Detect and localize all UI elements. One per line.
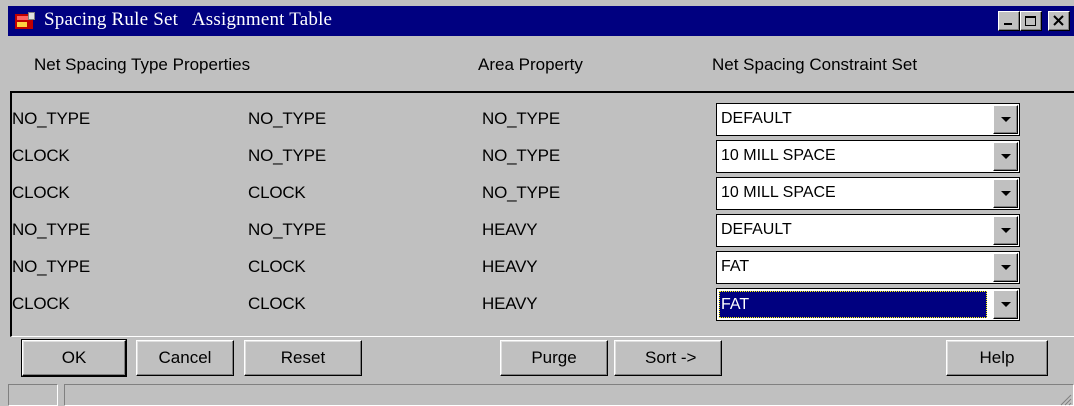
status-bar: [8, 380, 1074, 406]
table-row-selected: CLOCK CLOCK HEAVY FAT: [12, 286, 1074, 323]
sort-button[interactable]: Sort ->: [614, 340, 722, 376]
close-icon: [1053, 15, 1064, 26]
purge-button[interactable]: Purge: [500, 340, 608, 376]
header-area-property: Area Property: [478, 55, 583, 74]
net-type-cell: NO_TYPE: [12, 220, 90, 239]
constraint-set-dropdown[interactable]: FAT: [716, 251, 1020, 284]
resize-grip-icon[interactable]: [1058, 392, 1072, 406]
dropdown-arrow-button[interactable]: [993, 179, 1018, 208]
dropdown-arrow-button[interactable]: [993, 253, 1018, 282]
net-type-cell: CLOCK: [12, 183, 70, 202]
minimize-button[interactable]: [998, 11, 1020, 31]
table-row: CLOCK NO_TYPE NO_TYPE 10 MILL SPACE: [12, 138, 1074, 175]
net-type-cell: NO_TYPE: [12, 257, 90, 276]
constraint-set-value: 10 MILL SPACE: [721, 184, 836, 201]
dropdown-arrow-button[interactable]: [993, 216, 1018, 245]
table-row: NO_TYPE CLOCK HEAVY FAT: [12, 249, 1074, 286]
reset-button[interactable]: Reset: [244, 340, 362, 376]
net-type-cell: CLOCK: [12, 294, 70, 313]
dropdown-arrow-button[interactable]: [993, 142, 1018, 171]
cancel-button[interactable]: Cancel: [136, 340, 234, 376]
table-row: NO_TYPE NO_TYPE HEAVY DEFAULT: [12, 212, 1074, 249]
assignment-grid: NO_TYPE NO_TYPE NO_TYPE DEFAULT CLOCK NO…: [10, 91, 1074, 337]
window-title: Spacing Rule Set Assignment Table: [44, 9, 333, 30]
status-pane: [64, 384, 1074, 406]
area-property-cell: HEAVY: [482, 220, 538, 239]
constraint-set-dropdown[interactable]: FAT: [716, 288, 1020, 321]
constraint-set-dropdown[interactable]: DEFAULT: [716, 214, 1020, 247]
close-button[interactable]: [1048, 11, 1070, 31]
table-row: CLOCK CLOCK NO_TYPE 10 MILL SPACE: [12, 175, 1074, 212]
net-type-cell: NO_TYPE: [248, 109, 326, 128]
net-type-cell: CLOCK: [12, 146, 70, 165]
net-type-cell: CLOCK: [248, 294, 306, 313]
chevron-down-icon: [1001, 228, 1011, 233]
net-type-cell: NO_TYPE: [248, 220, 326, 239]
chevron-down-icon: [1001, 302, 1011, 307]
assignment-table-window: Spacing Rule Set Assignment Table Net Sp…: [0, 0, 1074, 406]
area-property-cell: NO_TYPE: [482, 109, 560, 128]
constraint-set-value: 10 MILL SPACE: [721, 147, 836, 164]
net-type-cell: NO_TYPE: [248, 146, 326, 165]
chevron-down-icon: [1001, 265, 1011, 270]
area-property-cell: NO_TYPE: [482, 183, 560, 202]
app-icon: [15, 12, 35, 29]
maximize-icon: [1025, 16, 1036, 26]
constraint-set-dropdown[interactable]: 10 MILL SPACE: [716, 177, 1020, 210]
constraint-set-value: FAT: [719, 291, 987, 318]
area-property-cell: HEAVY: [482, 294, 538, 313]
chevron-down-icon: [1001, 154, 1011, 159]
title-bar[interactable]: Spacing Rule Set Assignment Table: [8, 6, 1074, 36]
area-property-cell: NO_TYPE: [482, 146, 560, 165]
area-property-cell: HEAVY: [482, 257, 538, 276]
dropdown-arrow-button[interactable]: [993, 290, 1018, 319]
net-type-cell: NO_TYPE: [12, 109, 90, 128]
help-button[interactable]: Help: [946, 340, 1048, 376]
minimize-icon: [1004, 23, 1012, 25]
constraint-set-dropdown[interactable]: DEFAULT: [716, 103, 1020, 136]
header-net-spacing-type: Net Spacing Type Properties: [34, 55, 251, 74]
constraint-set-value: FAT: [721, 258, 750, 275]
status-pane: [8, 384, 58, 406]
net-type-cell: CLOCK: [248, 257, 306, 276]
table-row: NO_TYPE NO_TYPE NO_TYPE DEFAULT: [12, 101, 1074, 138]
chevron-down-icon: [1001, 191, 1011, 196]
net-type-cell: CLOCK: [248, 183, 306, 202]
chevron-down-icon: [1001, 117, 1011, 122]
ok-button[interactable]: OK: [21, 339, 127, 377]
dropdown-arrow-button[interactable]: [993, 105, 1018, 134]
maximize-button[interactable]: [1020, 11, 1042, 31]
constraint-set-value: DEFAULT: [721, 221, 792, 238]
constraint-set-value: DEFAULT: [721, 110, 792, 127]
constraint-set-dropdown[interactable]: 10 MILL SPACE: [716, 140, 1020, 173]
header-constraint-set: Net Spacing Constraint Set: [712, 55, 918, 74]
